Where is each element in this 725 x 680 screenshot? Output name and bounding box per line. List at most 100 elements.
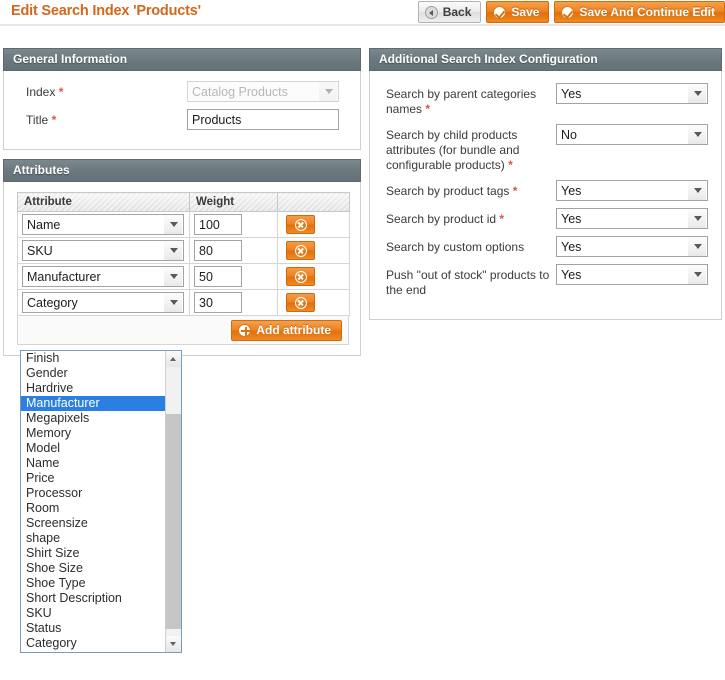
- dropdown-option[interactable]: Screensize: [21, 516, 165, 531]
- dropdown-option[interactable]: Shirt Size: [21, 546, 165, 561]
- general-information-panel-body: Index * Catalog Products Title *: [3, 71, 361, 150]
- attribute-select-wrapper[interactable]: Name: [22, 214, 184, 235]
- attribute-select-wrapper[interactable]: Category: [22, 292, 184, 313]
- back-button[interactable]: Back: [417, 1, 482, 23]
- additional-configuration-panel-title: Additional Search Index Configuration: [369, 48, 722, 71]
- push-out-of-stock-products-select-wrapper[interactable]: Yes: [556, 264, 708, 285]
- header-button-group: Back Save Save And Continue Edit: [417, 1, 725, 23]
- general-information-panel: General Information Index * Catalog Prod…: [3, 48, 361, 150]
- search-by-product-id-select[interactable]: Yes: [556, 208, 708, 229]
- dropdown-option[interactable]: Price: [21, 471, 165, 486]
- delete-attribute-button[interactable]: [286, 267, 315, 286]
- attribute-select[interactable]: Name: [22, 214, 184, 235]
- search-by-parent-categories-names-select[interactable]: Yes: [556, 83, 708, 104]
- search-by-parent-categories-names-label: Search by parent categories names *: [386, 87, 537, 116]
- dropdown-option[interactable]: Category: [21, 636, 165, 651]
- weight-input[interactable]: [194, 240, 242, 261]
- search-by-parent-categories-names-select-wrapper[interactable]: Yes: [556, 83, 708, 104]
- cell-weight: [189, 289, 278, 316]
- attributes-table-body: Name 100 SKU 80 Manufacturer 50 Category…: [17, 211, 350, 316]
- attribute-select[interactable]: SKU: [22, 240, 184, 261]
- required-marker: *: [512, 184, 518, 198]
- search-by-product-tags-label: Search by product tags *: [386, 184, 518, 198]
- index-select-wrapper: Catalog Products: [187, 81, 339, 102]
- search-by-custom-options-select[interactable]: Yes: [556, 236, 708, 257]
- delete-circle-icon: [294, 218, 307, 231]
- cell-attribute: Category: [17, 289, 190, 316]
- dropdown-option[interactable]: Megapixels: [21, 411, 165, 426]
- attributes-table-head: Attribute Weight: [17, 192, 350, 212]
- back-arrow-icon: [424, 5, 438, 19]
- add-attribute-bar: Add attribute: [17, 316, 349, 345]
- additional-configuration-panel-body: Search by parent categories names * Yes …: [369, 71, 722, 320]
- scrollbar-thumb[interactable]: [166, 414, 181, 629]
- required-marker: *: [508, 158, 513, 172]
- add-attribute-button[interactable]: Add attribute: [231, 319, 342, 341]
- weight-input[interactable]: [194, 292, 242, 313]
- weight-input[interactable]: [194, 214, 242, 235]
- column-header-actions: [277, 192, 350, 212]
- table-row: Manufacturer: [17, 263, 350, 290]
- field-row-search-by-product-tags: Search by product tags * Yes: [378, 180, 713, 201]
- title-input[interactable]: [187, 109, 339, 130]
- dropdown-option[interactable]: Hardrive: [21, 381, 165, 396]
- weight-input[interactable]: [194, 266, 242, 287]
- back-button-label: Back: [442, 5, 472, 19]
- cell-weight: [189, 263, 278, 290]
- field-row-push-out-of-stock-products-to-the-end: Push "out of stock" products to the end …: [378, 264, 713, 298]
- attribute-dropdown-open-list[interactable]: Finish Gender Hardrive Manufacturer Megapixe…: [20, 350, 182, 653]
- dropdown-option[interactable]: Processor: [21, 486, 165, 501]
- index-label: Index *: [26, 85, 64, 99]
- save-and-continue-edit-button[interactable]: Save And Continue Edit: [554, 1, 725, 23]
- dropdown-option[interactable]: Room: [21, 501, 165, 516]
- dropdown-option[interactable]: Finish: [21, 351, 165, 366]
- dropdown-option[interactable]: Model: [21, 441, 165, 456]
- scroll-up-arrow-icon[interactable]: [166, 351, 181, 367]
- dropdown-option-list[interactable]: Finish Gender Hardrive Manufacturer Megapixe…: [21, 351, 165, 652]
- push-out-of-stock-products-label: Push "out of stock" products to the end: [386, 268, 550, 297]
- search-by-product-tags-select-wrapper[interactable]: Yes: [556, 180, 708, 201]
- dropdown-option[interactable]: SKU: [21, 606, 165, 621]
- delete-attribute-button[interactable]: [286, 293, 315, 312]
- dropdown-option[interactable]: Memory: [21, 426, 165, 441]
- table-header-row: Attribute Weight: [17, 192, 350, 212]
- push-out-of-stock-products-select[interactable]: Yes: [556, 264, 708, 285]
- dropdown-option[interactable]: shape: [21, 531, 165, 546]
- search-by-product-id-select-wrapper[interactable]: Yes: [556, 208, 708, 229]
- required-marker: *: [51, 113, 57, 127]
- delete-attribute-button[interactable]: [286, 215, 315, 234]
- scroll-down-arrow-icon[interactable]: [166, 636, 181, 652]
- attribute-select-wrapper[interactable]: Manufacturer: [22, 266, 184, 287]
- page-header: Edit Search Index 'Products' Back Save S…: [0, 0, 725, 26]
- table-row: Category: [17, 289, 350, 316]
- attributes-panel-title: Attributes: [3, 159, 361, 182]
- right-column: Additional Search Index Configuration Se…: [369, 48, 722, 329]
- dropdown-option[interactable]: Name: [21, 456, 165, 471]
- attribute-select-open[interactable]: Category: [22, 292, 184, 313]
- cell-attribute: Manufacturer: [17, 263, 190, 290]
- delete-attribute-button[interactable]: [286, 241, 315, 260]
- cell-actions: [277, 237, 350, 264]
- add-attribute-button-label: Add attribute: [256, 323, 331, 337]
- search-by-custom-options-select-wrapper[interactable]: Yes: [556, 236, 708, 257]
- field-row-search-by-parent-categories-names: Search by parent categories names * Yes: [378, 83, 713, 117]
- dropdown-option[interactable]: Gender: [21, 366, 165, 381]
- field-row-search-by-custom-options: Search by custom options Yes: [378, 236, 713, 257]
- dropdown-option[interactable]: Shoe Size: [21, 561, 165, 576]
- search-by-child-products-attributes-select[interactable]: No: [556, 124, 708, 145]
- required-marker: *: [425, 102, 431, 116]
- attribute-select-wrapper[interactable]: SKU: [22, 240, 184, 261]
- dropdown-scrollbar[interactable]: [165, 351, 181, 652]
- save-button[interactable]: Save: [486, 1, 550, 23]
- cell-actions: [277, 263, 350, 290]
- dropdown-option[interactable]: Manufacturer: [21, 396, 165, 411]
- dropdown-option[interactable]: Status: [21, 621, 165, 636]
- dropdown-option[interactable]: Short Description: [21, 591, 165, 606]
- left-column: General Information Index * Catalog Prod…: [3, 48, 361, 365]
- required-marker: *: [499, 212, 505, 226]
- search-by-product-tags-select[interactable]: Yes: [556, 180, 708, 201]
- column-header-weight: Weight: [189, 192, 278, 212]
- search-by-child-products-attributes-select-wrapper[interactable]: No: [556, 124, 708, 145]
- dropdown-option[interactable]: Shoe Type: [21, 576, 165, 591]
- attribute-select[interactable]: Manufacturer: [22, 266, 184, 287]
